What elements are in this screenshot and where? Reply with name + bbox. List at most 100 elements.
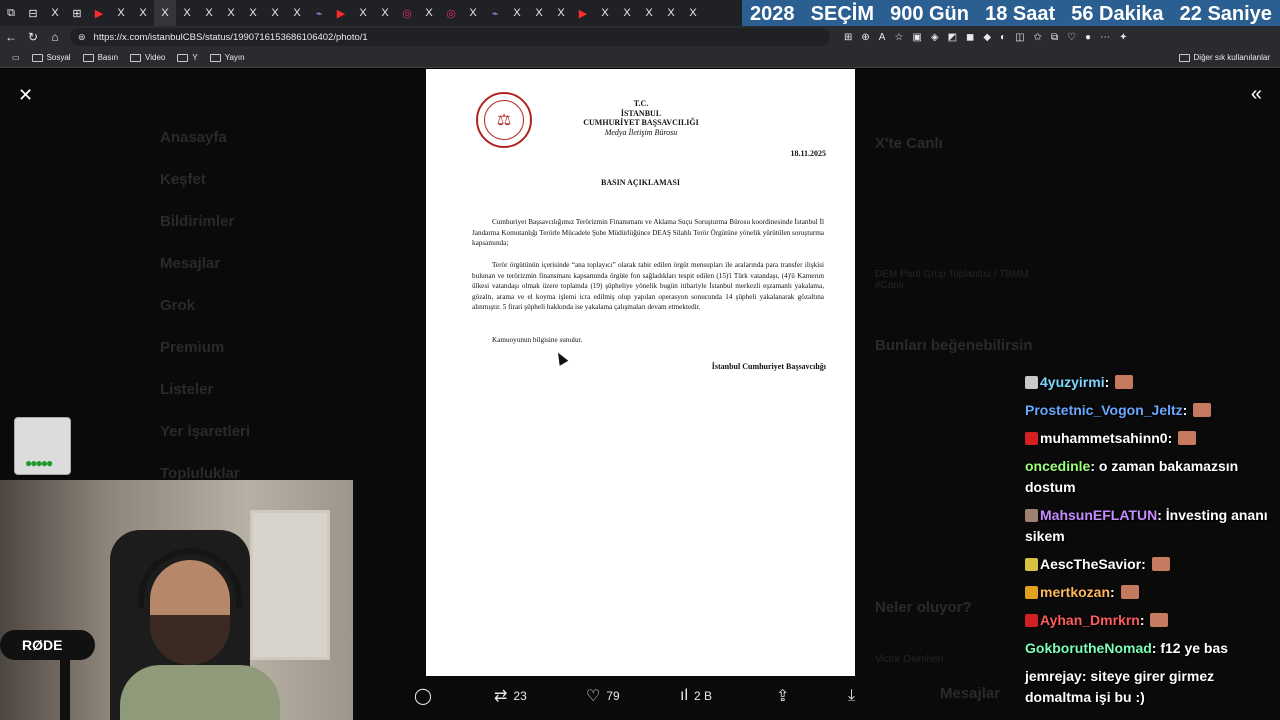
reload-icon[interactable]: ↻ — [22, 30, 44, 44]
browser-tab[interactable]: X — [616, 0, 638, 26]
browser-tab[interactable]: X — [286, 0, 308, 26]
browser-tab[interactable]: ⊟ — [22, 0, 44, 26]
close-icon[interactable]: ✕ — [18, 85, 33, 106]
browser-tab[interactable]: ⌁ — [308, 0, 330, 26]
reply-button[interactable]: ◯ — [414, 686, 432, 706]
tab-favicon-icon: X — [117, 7, 125, 19]
browser-tab[interactable]: ▶ — [572, 0, 594, 26]
browser-tab[interactable]: X — [264, 0, 286, 26]
extension-icon[interactable]: ◈ — [931, 32, 939, 43]
browser-tab[interactable]: X — [352, 0, 374, 26]
profile-avatar[interactable]: ● — [1085, 32, 1091, 43]
tab-favicon-icon: X — [645, 7, 653, 19]
tab-favicon-icon: X — [51, 7, 59, 19]
browser-tab[interactable]: X — [594, 0, 616, 26]
chat-emote-icon — [1150, 613, 1169, 627]
bookmark-folder[interactable]: Y — [177, 53, 198, 62]
document-header: T.C. İSTANBUL CUMHURİYET BAŞSAVCILIĞI Me… — [576, 99, 706, 137]
countdown-hours: 18 Saat — [985, 3, 1056, 25]
browser-tab[interactable]: X — [418, 0, 440, 26]
bookmark-label: Video — [145, 53, 166, 62]
extension-icon[interactable]: ◩ — [948, 32, 957, 43]
folder-icon — [31, 53, 43, 62]
countdown-banner: 2028 SEÇİM 900 Gün 18 Saat 56 Dakika 22 … — [742, 0, 1280, 29]
browser-tab[interactable]: ⧉ — [0, 0, 22, 26]
chat-separator: : — [1104, 374, 1114, 390]
favorite-icon[interactable]: ☆ — [894, 32, 903, 43]
browser-tab[interactable]: ⊞ — [66, 0, 88, 26]
browser-tab[interactable]: X — [154, 0, 176, 26]
header-city: İSTANBUL — [620, 108, 662, 118]
browser-tab[interactable]: X — [44, 0, 66, 26]
views-chart-icon: ıl — [680, 687, 688, 704]
extension-icon[interactable]: ▣ — [912, 32, 921, 43]
tab-favicon-icon: X — [161, 7, 169, 19]
extension-icon[interactable]: ◼ — [966, 32, 974, 43]
menu-icon[interactable]: ⋯ — [1100, 32, 1110, 43]
browser-tab[interactable]: ⌁ — [484, 0, 506, 26]
chat-emote-icon — [1151, 557, 1170, 571]
nav-explore-ghost: Keşfet — [160, 171, 206, 188]
views-button[interactable]: ıl 2 B — [680, 687, 712, 705]
browser-tab[interactable]: ◎ — [440, 0, 462, 26]
browser-tab[interactable]: X — [176, 0, 198, 26]
chat-message: AescTheSavior: — [1025, 554, 1275, 575]
browser-tab[interactable]: X — [132, 0, 154, 26]
browser-tab[interactable]: X — [660, 0, 682, 26]
share-button[interactable]: ⇪ — [776, 686, 789, 706]
browser-tab[interactable]: ◎ — [396, 0, 418, 26]
extension-icon[interactable]: ◐ — [1000, 32, 1006, 43]
collections-icon[interactable]: ⧉ — [1051, 32, 1058, 43]
tab-favicon-icon: ▶ — [336, 7, 346, 20]
browser-tab[interactable]: X — [110, 0, 132, 26]
site-info-icon[interactable]: ⊜ — [78, 32, 86, 43]
zoom-icon[interactable]: ⊕ — [861, 32, 869, 43]
other-bookmarks-label: Diğer sık kullanılanlar — [1193, 53, 1270, 62]
browser-tab[interactable]: X — [528, 0, 550, 26]
chat-username: GokborutheNomad — [1025, 640, 1152, 656]
browser-tab[interactable]: X — [682, 0, 704, 26]
retweet-button[interactable]: ⇄ 23 — [494, 686, 527, 706]
extension-icon[interactable]: ◆ — [983, 32, 991, 43]
address-bar-row: ← ↻ ⌂ ⊜ https://x.com/istanbulCBS/status… — [0, 26, 1280, 48]
browser-tab[interactable]: X — [506, 0, 528, 26]
bookmark-folder[interactable]: Yayın — [209, 53, 245, 62]
browser-tab[interactable]: X — [198, 0, 220, 26]
browser-tab[interactable]: X — [242, 0, 264, 26]
other-bookmarks[interactable]: Diğer sık kullanılanlar — [1178, 53, 1270, 62]
home-icon[interactable]: ⌂ — [44, 30, 66, 44]
share-icon: ⇪ — [776, 688, 790, 705]
url-input[interactable]: ⊜ https://x.com/istanbulCBS/status/19907… — [70, 28, 830, 46]
tab-favicon-icon: X — [601, 7, 609, 19]
favorites-bar-icon[interactable]: ✩ — [1034, 32, 1042, 43]
browser-tab[interactable]: X — [462, 0, 484, 26]
browser-tab[interactable]: ▶ — [330, 0, 352, 26]
bookmarks-apps-icon[interactable]: ▭ — [12, 53, 20, 62]
streamer-shirt — [120, 665, 280, 720]
like-button[interactable]: ♡ 79 — [586, 686, 620, 706]
tab-favicon-icon: ⌁ — [491, 7, 499, 20]
browser-essentials-icon[interactable]: ♡ — [1067, 32, 1076, 43]
url-text: https://x.com/istanbulCBS/status/1990716… — [93, 31, 368, 43]
browser-tab[interactable]: X — [220, 0, 242, 26]
bookmark-folder[interactable]: Basın — [82, 53, 118, 62]
download-button[interactable]: ⤓ — [848, 687, 855, 705]
browser-tab[interactable]: X — [638, 0, 660, 26]
reply-icon: ◯ — [414, 688, 432, 705]
bookmark-folder[interactable]: Sosyal — [31, 53, 71, 62]
back-icon[interactable]: ← — [0, 30, 22, 44]
read-aloud-icon[interactable]: A — [879, 32, 886, 43]
tab-favicon-icon: ◎ — [446, 7, 456, 20]
apps-icon[interactable]: ⊞ — [844, 32, 852, 43]
split-screen-icon[interactable]: ◫ — [1015, 32, 1024, 43]
bookmark-folder[interactable]: Video — [130, 53, 165, 62]
browser-tab[interactable]: ▶ — [88, 0, 110, 26]
collapse-panel-icon[interactable]: « — [1251, 83, 1262, 106]
retweet-count: 23 — [513, 689, 527, 703]
chat-username: muhammetsahinn0 — [1040, 430, 1168, 446]
copilot-icon[interactable]: ✦ — [1119, 32, 1127, 43]
browser-tab[interactable]: X — [550, 0, 572, 26]
header-office: CUMHURİYET BAŞSAVCILIĞI — [583, 118, 699, 127]
tab-favicon-icon: ◎ — [402, 7, 412, 20]
browser-tab[interactable]: X — [374, 0, 396, 26]
